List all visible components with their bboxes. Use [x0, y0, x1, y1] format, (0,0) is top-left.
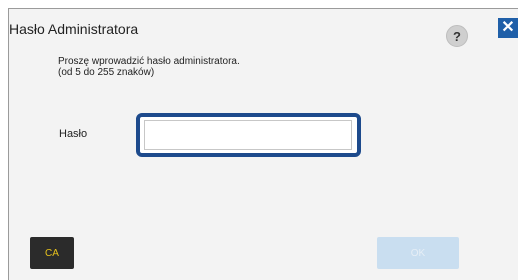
- close-icon: ✕: [501, 19, 515, 36]
- password-input[interactable]: [144, 120, 352, 150]
- instructions-line-1: Proszę wprowadzić hasło administratora.: [58, 56, 240, 67]
- help-button[interactable]: ?: [446, 25, 468, 47]
- ca-button[interactable]: CA: [30, 237, 74, 269]
- ok-button[interactable]: OK: [377, 237, 459, 269]
- instructions-text: Proszę wprowadzić hasło administratora. …: [58, 56, 240, 78]
- screen: Hasło Administratora ? ✕ Proszę wprowadz…: [0, 0, 518, 280]
- password-label: Hasło: [59, 128, 88, 140]
- close-button[interactable]: ✕: [498, 18, 518, 38]
- question-mark-icon: ?: [453, 28, 461, 44]
- dialog-title: Hasło Administratora: [9, 21, 139, 37]
- instructions-line-2: (od 5 do 255 znaków): [58, 67, 155, 78]
